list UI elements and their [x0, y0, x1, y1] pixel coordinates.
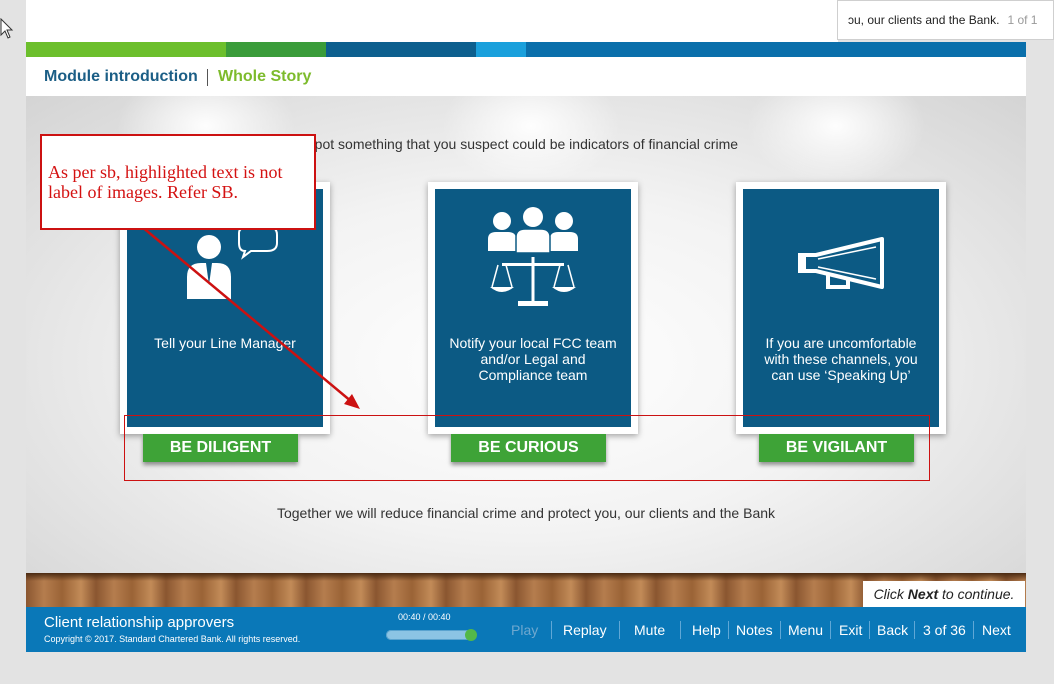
play-button[interactable]: Play — [511, 622, 538, 638]
course-title: Client relationship approvers — [44, 614, 235, 631]
copyright-text: Copyright © 2017. Standard Chartered Ban… — [44, 634, 301, 644]
click-next-suffix: to continue. — [938, 586, 1015, 602]
notes-button[interactable]: Notes — [736, 622, 773, 638]
card-label: Notify your local FCC team and/or Legal … — [449, 335, 617, 383]
header-divider — [207, 69, 208, 86]
time-readout: 00:40 / 00:40 — [398, 612, 451, 622]
module-introduction-link[interactable]: Module introduction — [44, 68, 198, 86]
card-panel: If you are uncomfortable with these chan… — [743, 189, 939, 427]
back-button[interactable]: Back — [877, 622, 908, 638]
nav-divider — [869, 621, 870, 639]
nav-divider — [680, 621, 681, 639]
find-bar[interactable]: ɔu, our clients and the Bank. 1 of 1 — [837, 0, 1054, 40]
nav-divider — [914, 621, 915, 639]
whole-story-link[interactable]: Whole Story — [218, 68, 311, 86]
next-button[interactable]: Next — [982, 622, 1011, 638]
together-text: Together we will reduce financial crime … — [276, 505, 776, 521]
annotation-note: As per sb, highlighted text is not label… — [40, 134, 316, 230]
click-next-hint: Click Next to continue. — [863, 581, 1025, 607]
mouse-cursor-icon — [0, 18, 14, 39]
mute-button[interactable]: Mute — [634, 622, 665, 638]
module-header: Module introduction Whole Story — [26, 57, 1026, 96]
nav-divider — [830, 621, 831, 639]
player-footer: Client relationship approvers Copyright … — [26, 607, 1026, 652]
person-speech-bubble-icon — [187, 227, 278, 299]
spotlight — [746, 96, 926, 186]
card-fcc-team: Notify your local FCC team and/or Legal … — [428, 182, 638, 434]
exit-button[interactable]: Exit — [839, 622, 862, 638]
page-counter: 3 of 36 — [923, 622, 966, 638]
nav-divider — [728, 621, 729, 639]
find-bar-text: ɔu, our clients and the Bank. — [848, 13, 1000, 27]
color-stripe — [26, 42, 1026, 57]
nav-divider — [780, 621, 781, 639]
progress-thumb[interactable] — [465, 629, 477, 641]
team-scales-icon — [488, 207, 578, 306]
nav-divider — [551, 621, 552, 639]
replay-button[interactable]: Replay — [563, 622, 607, 638]
card-speaking-up: If you are uncomfortable with these chan… — [736, 182, 946, 434]
menu-button[interactable]: Menu — [788, 622, 823, 638]
click-next-prefix: Click — [873, 586, 908, 602]
megaphone-icon — [798, 237, 884, 289]
help-button[interactable]: Help — [692, 622, 721, 638]
card-panel: Notify your local FCC team and/or Legal … — [435, 189, 631, 427]
intro-text: u spot something that you suspect could … — [296, 136, 739, 152]
nav-divider — [619, 621, 620, 639]
find-bar-count: 1 of 1 — [1007, 13, 1038, 27]
click-next-bold: Next — [907, 586, 939, 602]
top-bar — [26, 0, 838, 42]
nav-divider — [973, 621, 974, 639]
highlight-box — [124, 415, 930, 481]
progress-track[interactable] — [386, 630, 476, 640]
card-label: Tell your Line Manager — [154, 335, 296, 351]
card-label: If you are uncomfortable with these chan… — [764, 335, 918, 383]
